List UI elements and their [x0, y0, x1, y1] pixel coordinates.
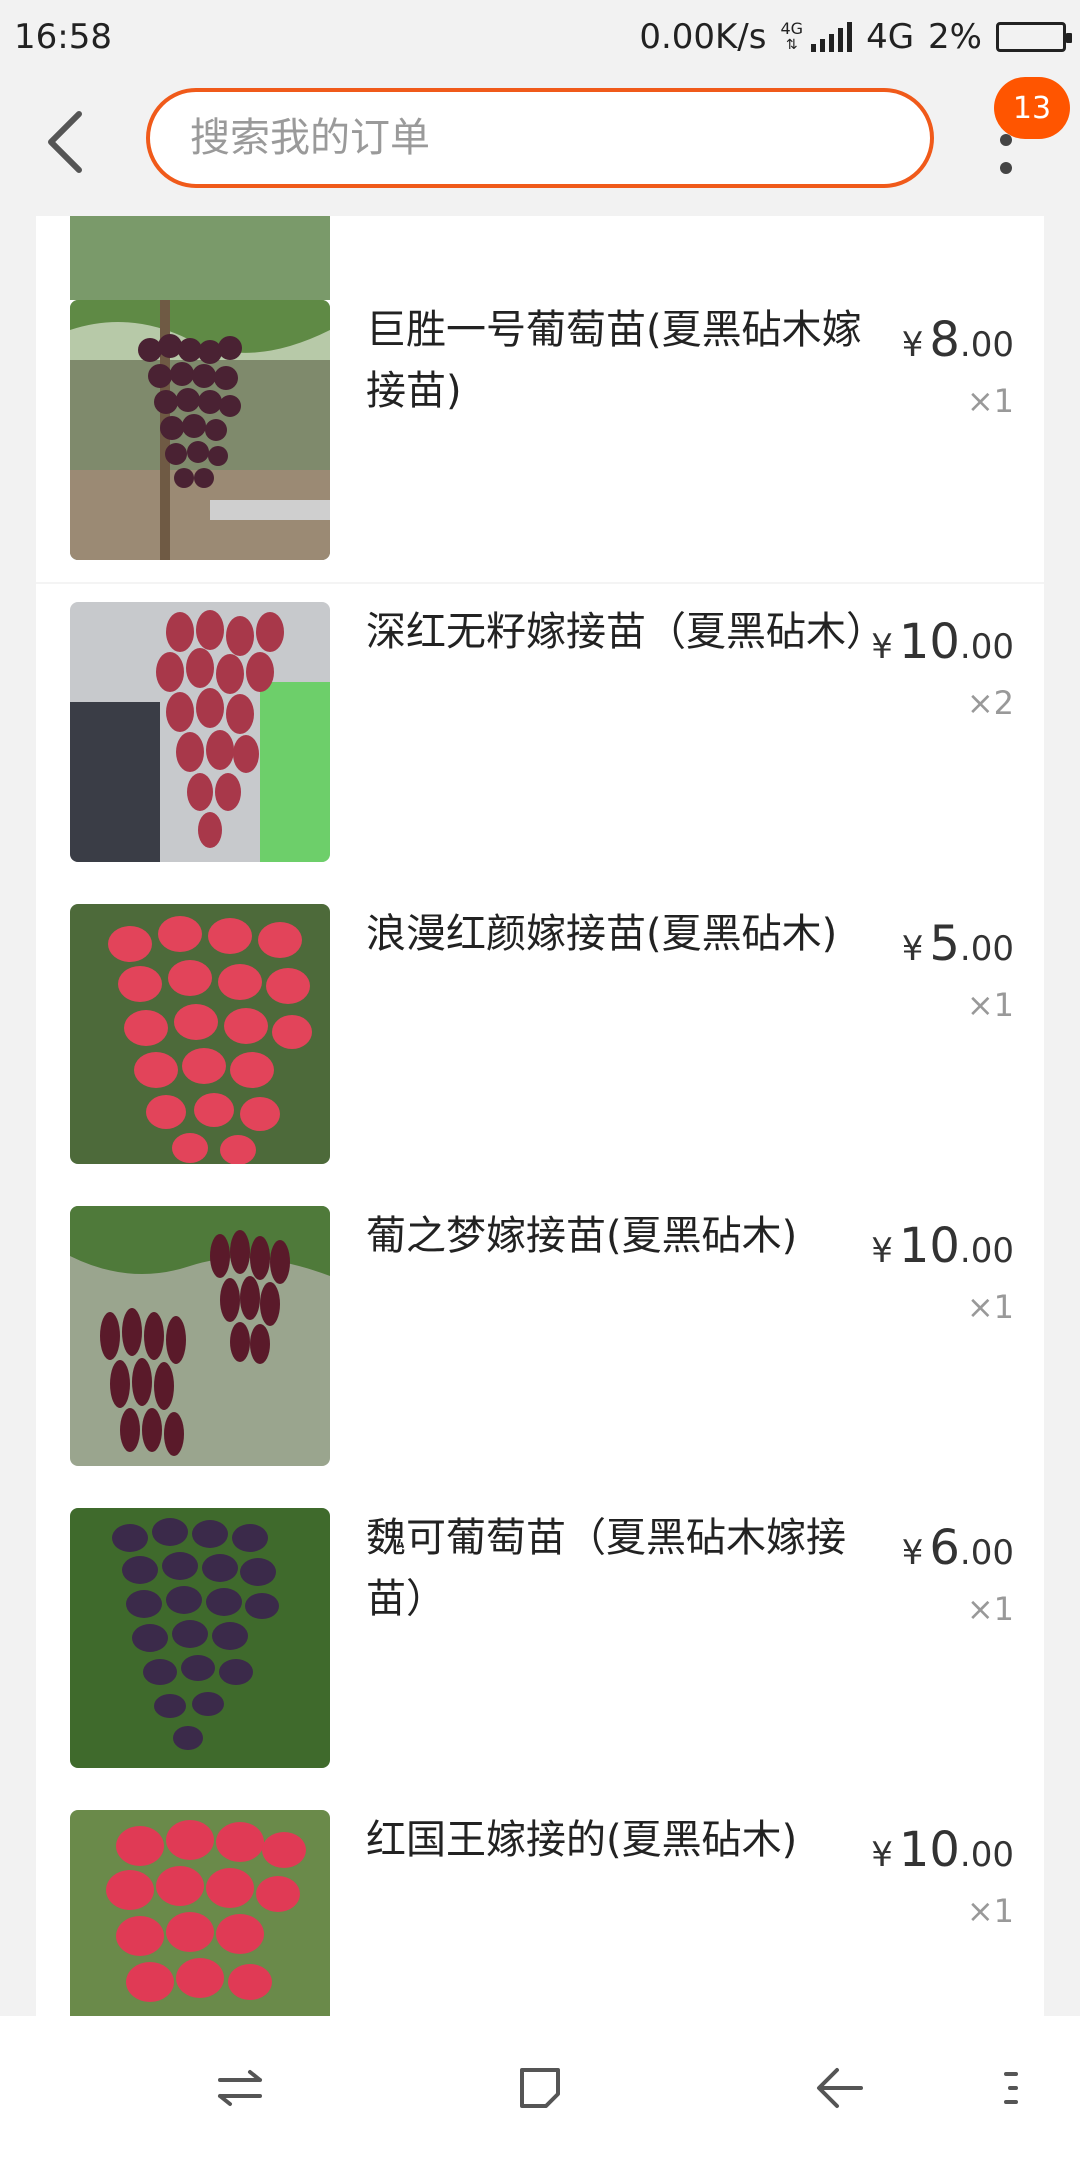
search-box[interactable] — [146, 88, 934, 188]
swap-arrows-icon — [218, 2070, 262, 2106]
network-type-small: 4G — [780, 19, 804, 38]
price-decimal: .00 — [959, 1533, 1014, 1573]
price-decimal: .00 — [959, 627, 1014, 667]
currency-symbol: ¥ — [901, 1533, 924, 1573]
product-quantity: ×1 — [966, 1892, 1014, 1930]
status-time: 16:58 — [14, 17, 112, 57]
product-image[interactable] — [70, 904, 330, 1164]
currency-symbol: ¥ — [901, 929, 924, 969]
menu-nav-button[interactable] — [990, 2058, 1030, 2118]
message-badge[interactable]: 13 — [994, 77, 1070, 139]
currency-symbol: ¥ — [901, 325, 924, 365]
menu-lines-icon — [1004, 2072, 1018, 2104]
order-item[interactable]: 深红无籽嫁接苗（夏黑砧木） ¥10.00 ×2 — [36, 602, 1044, 904]
status-indicators: 0.00K/s 4G ⇅ 4G 2% — [639, 17, 1072, 57]
grape-image — [70, 602, 330, 862]
price-integer: 8 — [929, 312, 960, 368]
data-activity-icon: 4G ⇅ — [780, 19, 804, 54]
search-header: 13 — [0, 74, 1080, 216]
home-button[interactable] — [510, 2058, 570, 2118]
network-speed: 0.00K/s — [639, 17, 767, 57]
product-title[interactable]: 红国王嫁接的(夏黑砧木) — [366, 1810, 896, 1871]
order-item[interactable]: 巨胜一号葡萄苗(夏黑砧木嫁接苗) ¥8.00 ×1 — [36, 300, 1044, 602]
product-price: ¥10.00 — [871, 614, 1014, 670]
product-quantity: ×1 — [966, 986, 1014, 1024]
home-square-icon — [520, 2068, 560, 2108]
search-input[interactable] — [188, 114, 930, 162]
network-type: 4G — [866, 17, 915, 57]
product-quantity: ×2 — [966, 684, 1014, 722]
back-arrow-icon — [817, 2068, 863, 2108]
product-price: ¥8.00 — [902, 312, 1014, 368]
product-image[interactable] — [70, 1206, 330, 1466]
price-decimal: .00 — [959, 325, 1014, 365]
product-price: ¥10.00 — [871, 1218, 1014, 1274]
order-item[interactable]: 红国王嫁接的(夏黑砧木) ¥10.00 ×1 — [36, 1810, 1044, 2016]
product-title[interactable]: 巨胜一号葡萄苗(夏黑砧木嫁接苗) — [366, 300, 896, 422]
currency-symbol: ¥ — [871, 627, 893, 667]
product-title[interactable]: 魏可葡萄苗（夏黑砧木嫁接苗） — [366, 1508, 896, 1630]
battery-percent: 2% — [928, 17, 982, 57]
price-integer: 6 — [929, 1520, 960, 1576]
more-icon — [1000, 134, 1012, 146]
grape-image — [70, 904, 330, 1164]
product-price: ¥10.00 — [871, 1822, 1014, 1878]
product-price: ¥6.00 — [902, 1520, 1014, 1576]
chevron-left-icon — [48, 111, 82, 173]
price-integer: 5 — [929, 916, 960, 972]
system-nav-bar — [0, 2016, 1080, 2160]
back-nav-button[interactable] — [810, 2058, 870, 2118]
grape-image — [70, 1206, 330, 1466]
back-button[interactable] — [30, 104, 100, 180]
currency-symbol: ¥ — [871, 1835, 893, 1875]
price-integer: 10 — [898, 614, 960, 670]
product-title[interactable]: 葡之梦嫁接苗(夏黑砧木) — [366, 1206, 896, 1267]
price-decimal: .00 — [959, 1835, 1014, 1875]
price-integer: 10 — [898, 1218, 960, 1274]
grape-image — [70, 1810, 330, 2016]
product-image[interactable] — [70, 1810, 330, 2016]
currency-symbol: ¥ — [871, 1231, 893, 1271]
status-bar: 16:58 0.00K/s 4G ⇅ 4G 2% — [0, 0, 1080, 74]
product-title[interactable]: 浪漫红颜嫁接苗(夏黑砧木) — [366, 904, 896, 965]
order-item[interactable]: 葡之梦嫁接苗(夏黑砧木) ¥10.00 ×1 — [36, 1206, 1044, 1508]
divider — [36, 582, 1044, 584]
order-item[interactable]: 浪漫红颜嫁接苗(夏黑砧木) ¥5.00 ×1 — [36, 904, 1044, 1206]
grape-image — [70, 300, 330, 560]
signal-icon — [811, 22, 853, 52]
product-image[interactable] — [70, 1508, 330, 1768]
price-integer: 10 — [898, 1822, 960, 1878]
product-quantity: ×1 — [966, 1590, 1014, 1628]
switch-app-button[interactable] — [210, 2058, 270, 2118]
product-price: ¥5.00 — [902, 916, 1014, 972]
price-decimal: .00 — [959, 1231, 1014, 1271]
product-quantity: ×1 — [966, 382, 1014, 420]
product-image[interactable] — [70, 602, 330, 862]
order-item-list: 巨胜一号葡萄苗(夏黑砧木嫁接苗) ¥8.00 ×1 深红无籽嫁接苗（夏黑砧木） … — [36, 216, 1044, 2016]
more-icon-dot — [1000, 162, 1012, 174]
order-item[interactable]: 魏可葡萄苗（夏黑砧木嫁接苗） ¥6.00 ×1 — [36, 1508, 1044, 1810]
grape-image — [70, 1508, 330, 1768]
product-image[interactable] — [70, 300, 330, 560]
product-quantity: ×1 — [966, 1288, 1014, 1326]
price-decimal: .00 — [959, 929, 1014, 969]
product-title[interactable]: 深红无籽嫁接苗（夏黑砧木） — [366, 602, 896, 663]
battery-icon — [996, 22, 1072, 52]
